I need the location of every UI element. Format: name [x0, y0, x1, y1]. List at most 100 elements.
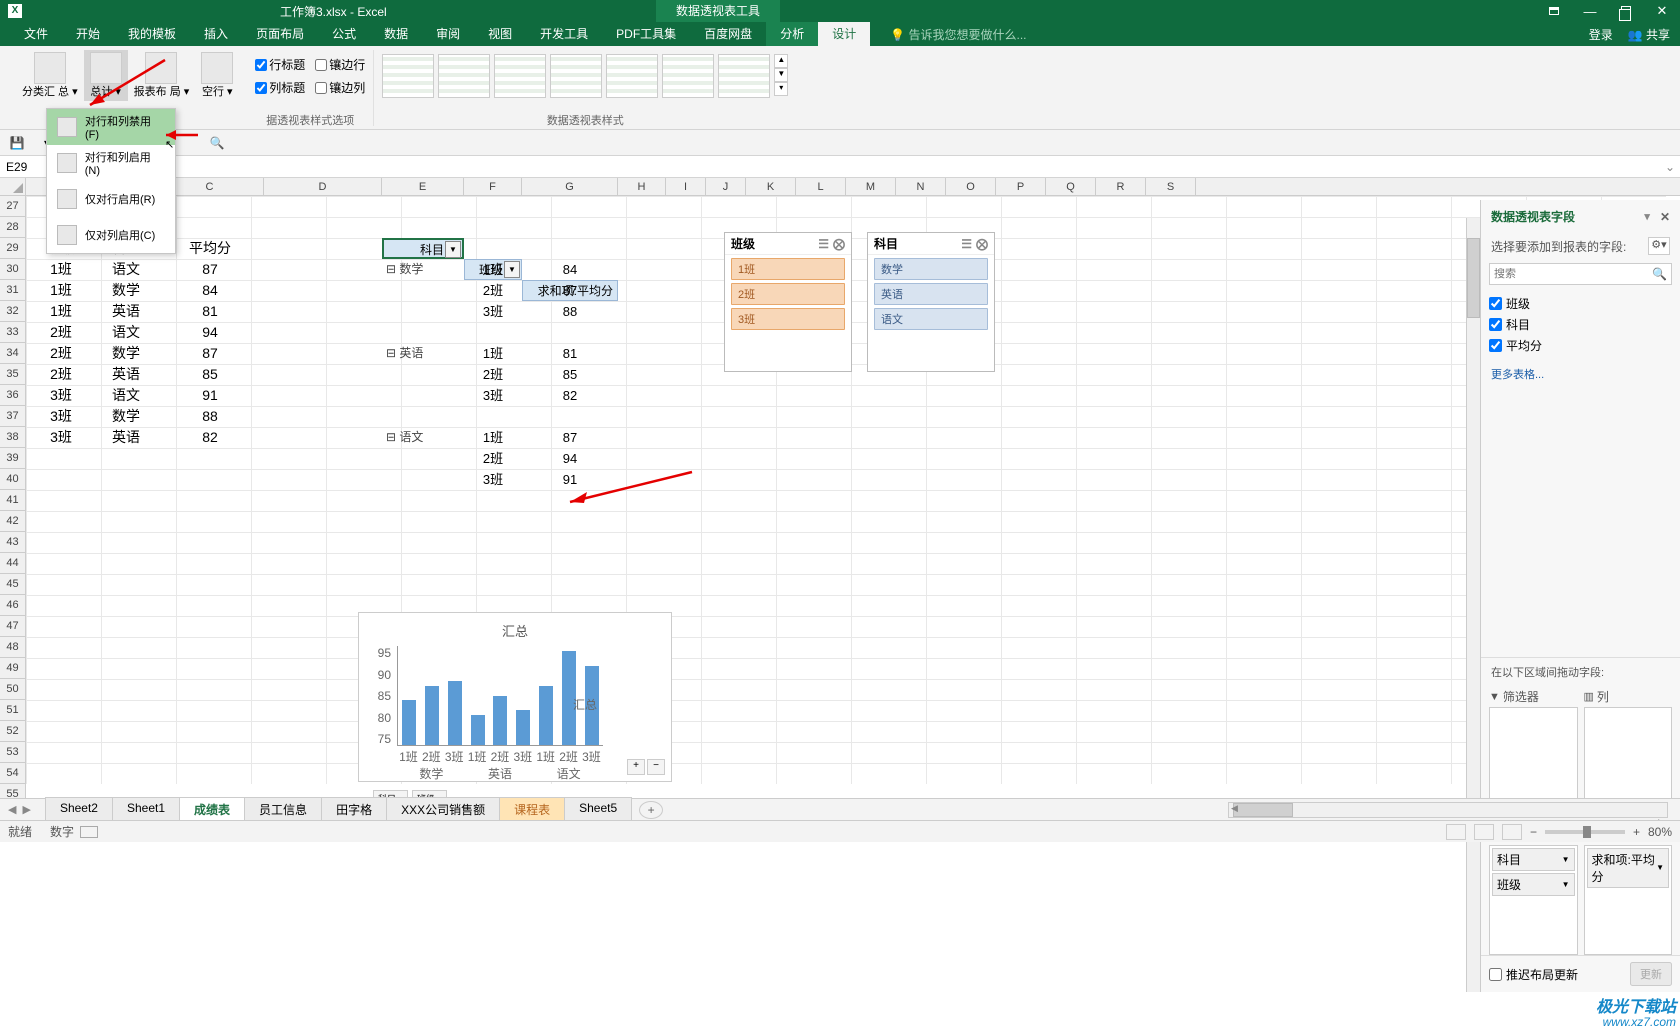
cell[interactable]: 85 — [156, 364, 264, 385]
print-preview-button[interactable]: 🔍 — [208, 134, 226, 152]
rows-area-item[interactable]: 科目▼ — [1492, 848, 1575, 871]
gallery-more[interactable]: ▾ — [774, 82, 788, 96]
tab-home[interactable]: 开始 — [62, 22, 114, 46]
cell[interactable]: 91 — [522, 469, 618, 490]
column-header[interactable]: H — [618, 178, 666, 195]
cell[interactable]: 94 — [156, 322, 264, 343]
cell[interactable]: 2班 — [26, 364, 96, 385]
cell[interactable]: 1班 — [26, 259, 96, 280]
cell[interactable]: 81 — [522, 343, 618, 364]
tab-view[interactable]: 视图 — [474, 22, 526, 46]
cell[interactable]: 1班 — [464, 259, 522, 280]
sheet-tab[interactable]: 员工信息 — [244, 797, 322, 823]
cell[interactable]: 3班 — [26, 385, 96, 406]
cell[interactable]: 3班 — [464, 469, 522, 490]
add-sheet-button[interactable]: + — [639, 801, 663, 819]
row-header[interactable]: 36 — [0, 385, 25, 406]
grand-totals-rows-only[interactable]: 仅对行启用(R) — [47, 181, 175, 217]
tab-templates[interactable]: 我的模板 — [114, 22, 190, 46]
tab-insert[interactable]: 插入 — [190, 22, 242, 46]
row-header[interactable]: 47 — [0, 616, 25, 637]
tab-formulas[interactable]: 公式 — [318, 22, 370, 46]
tab-baidu[interactable]: 百度网盘 — [690, 22, 766, 46]
cell[interactable]: 87 — [522, 427, 618, 448]
field-checkbox-avg[interactable]: 平均分 — [1489, 335, 1672, 356]
banded-cols-checkbox[interactable]: 镶边列 — [315, 79, 365, 96]
row-header[interactable]: 34 — [0, 343, 25, 364]
row-header[interactable]: 43 — [0, 532, 25, 553]
column-header[interactable]: L — [796, 178, 846, 195]
tab-pagelayout[interactable]: 页面布局 — [242, 22, 318, 46]
row-header[interactable]: 54 — [0, 763, 25, 784]
subtotals-button[interactable]: 分类汇 总 ▾ — [16, 50, 84, 101]
chart-expand-button[interactable]: + — [627, 759, 645, 775]
row-header[interactable]: 30 — [0, 259, 25, 280]
page-break-button[interactable] — [1502, 824, 1522, 840]
style-thumb[interactable] — [606, 54, 658, 98]
tab-review[interactable]: 审阅 — [422, 22, 474, 46]
cell[interactable]: 语文 — [96, 259, 156, 280]
cell[interactable]: 2班 — [464, 364, 522, 385]
tab-developer[interactable]: 开发工具 — [526, 22, 602, 46]
horizontal-scrollbar[interactable]: ◀▶ — [1228, 802, 1668, 818]
pane-menu[interactable]: ▾ — [1644, 210, 1650, 223]
cell[interactable]: 87 — [156, 259, 264, 280]
vertical-scrollbar[interactable] — [1466, 218, 1480, 992]
chart-collapse-button[interactable]: − — [647, 759, 665, 775]
row-header[interactable]: 31 — [0, 280, 25, 301]
report-layout-button[interactable]: 报表布 局 ▾ — [128, 50, 196, 101]
row-header[interactable]: 50 — [0, 679, 25, 700]
row-header[interactable]: 48 — [0, 637, 25, 658]
column-header[interactable]: I — [666, 178, 706, 195]
values-area[interactable]: 求和项:平均分▼ — [1584, 845, 1673, 956]
sheet-tab[interactable]: XXX公司销售额 — [386, 797, 500, 823]
cell[interactable]: ⊟ 数学 — [382, 259, 464, 280]
row-header[interactable]: 44 — [0, 553, 25, 574]
style-thumb[interactable] — [718, 54, 770, 98]
style-thumb[interactable] — [494, 54, 546, 98]
share-button[interactable]: 👥 共享 — [1628, 26, 1670, 43]
cell[interactable]: 2班 — [26, 322, 96, 343]
cell[interactable]: 87 — [156, 343, 264, 364]
column-header[interactable]: D — [264, 178, 382, 195]
select-all-cells[interactable] — [0, 178, 26, 196]
style-thumb[interactable] — [382, 54, 434, 98]
column-header[interactable]: R — [1096, 178, 1146, 195]
cell[interactable]: 94 — [522, 448, 618, 469]
row-header[interactable]: 51 — [0, 700, 25, 721]
column-header[interactable]: S — [1146, 178, 1196, 195]
cell[interactable]: 1班 — [464, 427, 522, 448]
grand-totals-on[interactable]: 对行和列启用(N) — [47, 145, 175, 181]
chart-bar[interactable] — [425, 686, 439, 745]
zoom-slider[interactable] — [1545, 830, 1625, 834]
login-link[interactable]: 登录 — [1589, 26, 1613, 43]
pivot-dropdown-button[interactable]: ▼ — [445, 241, 461, 258]
minimize-button[interactable]: — — [1572, 0, 1608, 22]
multi-select-icon[interactable]: ☰ — [818, 237, 829, 251]
cell[interactable]: 82 — [522, 385, 618, 406]
cell[interactable]: 英语 — [96, 427, 156, 448]
slicer-item[interactable]: 英语 — [874, 283, 988, 305]
slicer-item[interactable]: 数学 — [874, 258, 988, 280]
defer-layout-checkbox[interactable] — [1489, 968, 1502, 981]
macro-record-button[interactable] — [80, 826, 98, 838]
field-checkbox-subject[interactable]: 科目 — [1489, 314, 1672, 335]
cell[interactable]: 1班 — [464, 343, 522, 364]
tab-data[interactable]: 数据 — [370, 22, 422, 46]
tab-nav-first[interactable]: ◀ — [6, 803, 18, 816]
column-header[interactable]: E — [382, 178, 464, 195]
row-header[interactable]: 40 — [0, 469, 25, 490]
pivot-style-gallery[interactable]: ▲ ▼ ▾ — [382, 50, 788, 98]
save-button[interactable]: 💾 — [8, 134, 26, 152]
multi-select-icon[interactable]: ☰ — [961, 237, 972, 251]
gallery-down[interactable]: ▼ — [774, 68, 788, 82]
more-tables-link[interactable]: 更多表格... — [1481, 360, 1680, 388]
sheet-tab[interactable]: 课程表 — [499, 797, 565, 823]
chart-bar[interactable] — [539, 686, 553, 745]
cell[interactable]: ⊟ 英语 — [382, 343, 464, 364]
sheet-tab[interactable]: 田字格 — [321, 797, 387, 823]
blank-rows-button[interactable]: 空行 ▾ — [195, 50, 239, 101]
restore-button[interactable] — [1608, 0, 1644, 22]
cell[interactable]: 2班 — [26, 343, 96, 364]
chart-bar[interactable] — [402, 700, 416, 745]
